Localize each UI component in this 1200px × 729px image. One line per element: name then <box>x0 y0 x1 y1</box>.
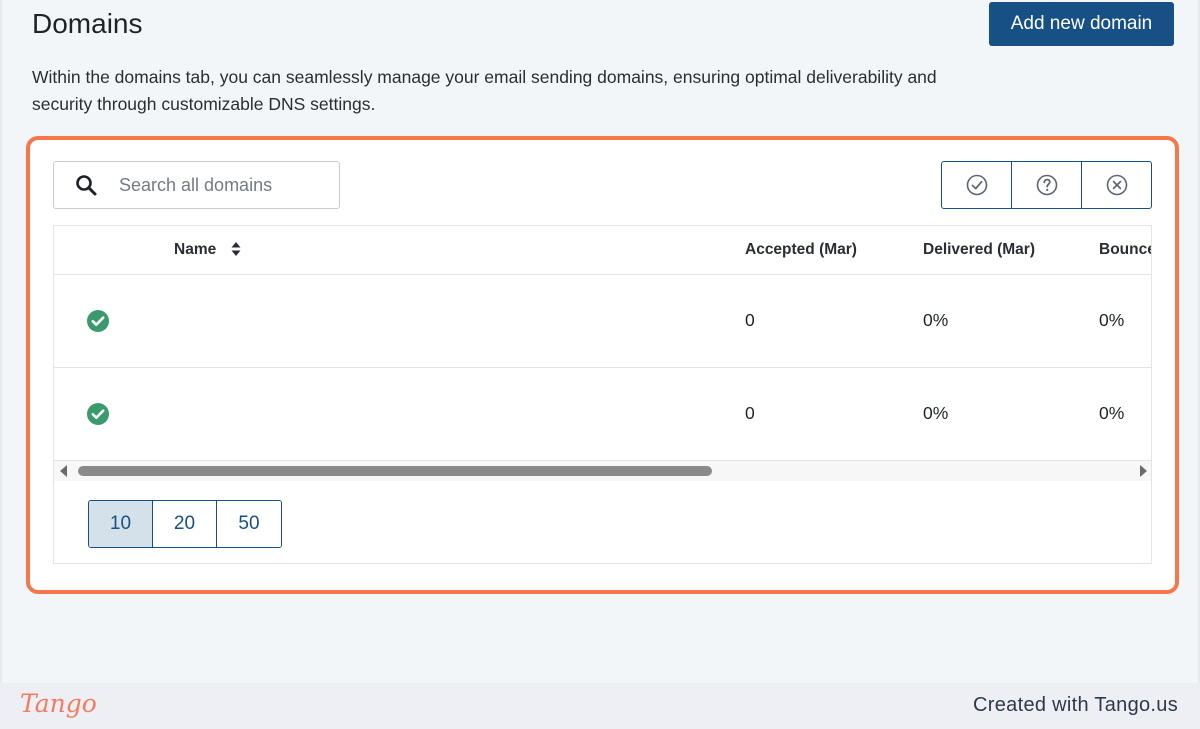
search-box[interactable] <box>53 161 340 209</box>
filter-verified-button[interactable] <box>942 162 1012 208</box>
bounce-value: 0% <box>1099 310 1125 330</box>
page-size-selector: 10 20 50 <box>88 500 282 548</box>
column-header-name[interactable]: Name <box>174 241 241 259</box>
search-input[interactable] <box>119 174 319 196</box>
table-row[interactable]: 0 0% 0% <box>54 368 1151 461</box>
accepted-value: 0 <box>745 403 755 423</box>
scrollbar-thumb[interactable] <box>78 466 712 476</box>
filter-failed-button[interactable] <box>1082 162 1151 208</box>
footer-credit: Created with Tango.us <box>973 694 1178 716</box>
domain-name-redacted[interactable] <box>159 381 703 449</box>
column-header-delivered[interactable]: Delivered (Mar) <box>923 241 1035 259</box>
bounce-value: 0% <box>1099 403 1125 423</box>
question-circle-icon <box>1036 174 1057 196</box>
check-circle-icon <box>966 174 987 196</box>
verified-check-icon <box>87 310 109 332</box>
footer-bar: Tango Created with Tango.us <box>0 683 1200 729</box>
page-description: Within the domains tab, you can seamless… <box>32 67 937 114</box>
table-row[interactable]: 0 0% 0% <box>54 275 1151 368</box>
page-size-20-button[interactable]: 20 <box>153 501 217 547</box>
accepted-value: 0 <box>745 310 755 330</box>
column-header-bounce[interactable]: Bounce <box>1099 241 1151 259</box>
status-filter-group <box>941 161 1152 209</box>
search-icon <box>76 175 97 196</box>
filter-pending-button[interactable] <box>1012 162 1082 208</box>
scroll-left-arrow-icon[interactable] <box>60 465 68 477</box>
x-circle-icon <box>1106 174 1127 196</box>
app-frame: Domains Add new domain Within the domain… <box>0 0 1200 683</box>
table-header: Name Accepted (Mar) Delivered (Mar) Boun… <box>54 226 1151 275</box>
page-size-50-button[interactable]: 50 <box>217 501 281 547</box>
delivered-value: 0% <box>923 310 949 330</box>
scroll-right-arrow-icon[interactable] <box>1139 465 1147 477</box>
page-title: Domains <box>32 8 143 39</box>
delivered-value: 0% <box>923 403 949 423</box>
sort-icon[interactable] <box>231 241 241 257</box>
column-header-accepted[interactable]: Accepted (Mar) <box>745 241 857 259</box>
page-size-10-button[interactable]: 10 <box>89 501 153 547</box>
domains-table: Name Accepted (Mar) Delivered (Mar) Boun… <box>53 225 1152 564</box>
column-header-label: Name <box>174 241 217 258</box>
verified-check-icon <box>87 403 109 425</box>
tango-logo: Tango <box>20 689 97 718</box>
add-new-domain-button[interactable]: Add new domain <box>989 2 1174 46</box>
domain-name-redacted[interactable] <box>157 301 407 349</box>
horizontal-scrollbar[interactable] <box>54 461 1151 481</box>
